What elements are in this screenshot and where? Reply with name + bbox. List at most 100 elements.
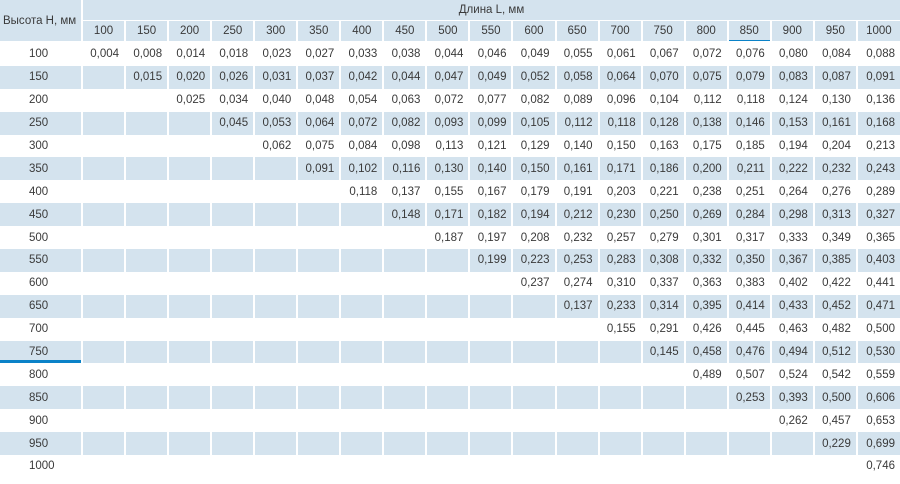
table-cell [124, 111, 169, 135]
table-cell [296, 455, 341, 478]
table-cell: 0,194 [511, 203, 556, 227]
table-cell: 0,383 [726, 271, 771, 295]
table-row: 600 0,237 0,274 0,310 0,337 0,363 0,383 0,402 0,… [0, 271, 900, 295]
table-cell: 0,452 [812, 294, 857, 318]
table-cell: 0,314 [640, 294, 685, 318]
table-cell: 0,512 [812, 340, 857, 364]
table-cell [511, 432, 556, 456]
height-label-450: 450 [0, 203, 82, 227]
table-cell: 0,298 [769, 203, 814, 227]
table-cell [80, 294, 126, 318]
table-cell: 0,062 [253, 134, 298, 158]
table-cell: 0,232 [554, 226, 599, 250]
table-cell: 0,199 [468, 249, 513, 272]
table-cell [511, 340, 556, 364]
height-label-550: 550 [0, 249, 82, 272]
table-cell: 0,163 [640, 134, 685, 158]
table-cell: 0,213 [855, 134, 900, 158]
table-cell [382, 363, 427, 387]
table-cell: 0,445 [726, 317, 771, 341]
table-cell: 0,385 [812, 249, 857, 272]
length-header-800: 800 [683, 20, 728, 43]
table-cell [80, 203, 126, 227]
table-cell [167, 294, 212, 318]
table-cell: 0,221 [640, 180, 685, 204]
table-cell: 0,044 [382, 65, 427, 89]
table-cell [511, 386, 556, 410]
table-cell [124, 88, 169, 112]
table-cell: 0,124 [769, 88, 814, 112]
length-header-950: 950 [812, 20, 857, 43]
table-cell: 0,433 [769, 294, 814, 318]
table-cell: 0,052 [511, 65, 556, 89]
height-label-500: 500 [0, 226, 82, 250]
table-cell: 0,699 [855, 432, 900, 456]
table-cell [167, 455, 212, 478]
table-cell: 0,186 [640, 157, 685, 181]
table-cell: 0,212 [554, 203, 599, 227]
table-cell [339, 203, 384, 227]
table-cell [812, 455, 857, 478]
table-cell [468, 409, 513, 433]
length-header-500: 500 [425, 20, 470, 43]
table-cell [683, 386, 728, 410]
table-row: 350 0,091 0,102 0,116 0,130 0,140 0,150 0,161 0,… [0, 157, 900, 181]
table-cell [253, 249, 298, 272]
table-cell: 0,072 [425, 88, 470, 112]
table-cell: 0,027 [296, 42, 341, 66]
table-cell [167, 409, 212, 433]
table-body: 100 0,004 0,008 0,014 0,018 0,023 0,027 0,033 0,… [0, 42, 900, 478]
table-cell: 0,072 [339, 111, 384, 135]
table-cell: 0,112 [554, 111, 599, 135]
table-cell: 0,332 [683, 249, 728, 272]
length-header-350: 350 [296, 20, 341, 43]
table-cell: 0,243 [855, 157, 900, 181]
table-cell: 0,076 [726, 42, 771, 66]
table-cell [339, 271, 384, 295]
table-cell: 0,053 [253, 111, 298, 135]
table-cell: 0,130 [812, 88, 857, 112]
table-cell [597, 455, 642, 478]
table-row: 1000 0,746 [0, 455, 900, 478]
table-cell: 0,530 [855, 340, 900, 364]
table-cell: 0,175 [683, 134, 728, 158]
table-cell: 0,020 [167, 65, 212, 89]
table-cell: 0,746 [855, 455, 900, 478]
table-cell [124, 249, 169, 272]
table-cell [554, 455, 599, 478]
table-cell: 0,171 [597, 157, 642, 181]
table-cell [210, 409, 255, 433]
table-cell: 0,458 [683, 340, 728, 364]
table-cell [124, 340, 169, 364]
table-cell: 0,237 [511, 271, 556, 295]
length-header-200: 200 [167, 20, 212, 43]
table-cell [296, 386, 341, 410]
table-cell: 0,426 [683, 317, 728, 341]
table-cell [511, 317, 556, 341]
table-cell: 0,064 [296, 111, 341, 135]
table-cell: 0,197 [468, 226, 513, 250]
table-cell: 0,049 [468, 65, 513, 89]
table-cell: 0,269 [683, 203, 728, 227]
table-cell: 0,233 [597, 294, 642, 318]
table-cell [640, 432, 685, 456]
table-cell: 0,037 [296, 65, 341, 89]
table-row: 950 0,229 0,699 [0, 432, 900, 456]
table-cell: 0,291 [640, 317, 685, 341]
table-cell [554, 386, 599, 410]
table-cell [511, 455, 556, 478]
table-cell: 0,150 [511, 157, 556, 181]
table-cell: 0,653 [855, 409, 900, 433]
table-cell: 0,026 [210, 65, 255, 89]
table-cell [253, 294, 298, 318]
table-cell: 0,058 [554, 65, 599, 89]
table-cell [382, 271, 427, 295]
table-cell: 0,363 [683, 271, 728, 295]
table-cell: 0,137 [382, 180, 427, 204]
table-cell: 0,283 [597, 249, 642, 272]
length-header-900: 900 [769, 20, 814, 43]
table-cell: 0,308 [640, 249, 685, 272]
table-cell: 0,203 [597, 180, 642, 204]
length-header-450: 450 [382, 20, 427, 43]
table-cell: 0,129 [511, 134, 556, 158]
